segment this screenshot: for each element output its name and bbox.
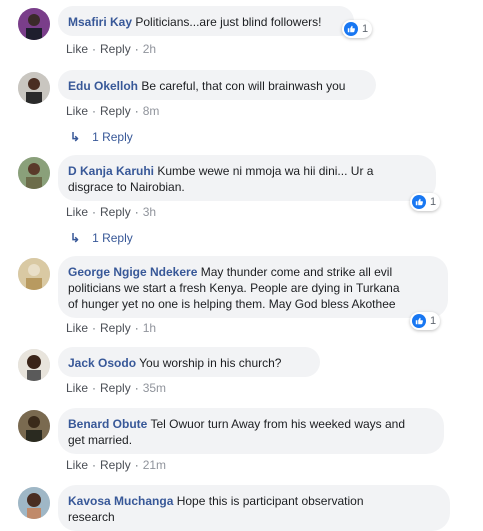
- comment-text: You worship in his church?: [139, 356, 282, 370]
- timestamp[interactable]: 35m: [143, 381, 166, 395]
- reaction-number: 1: [362, 23, 369, 35]
- commenter-name[interactable]: Benard Obute: [68, 417, 147, 431]
- commenter-name[interactable]: Msafiri Kay: [68, 15, 132, 29]
- avatar[interactable]: [18, 349, 50, 381]
- reaction-number: 1: [430, 315, 437, 327]
- comment-text: Politicians...are just blind followers!: [135, 15, 322, 29]
- comment-text: Be careful, that con will brainwash you: [141, 79, 346, 93]
- comment-bubble: Kavosa Muchanga Hope this is participant…: [58, 485, 450, 531]
- comment-bubble: Benard Obute Tel Owuor turn Away from hi…: [58, 408, 444, 454]
- avatar[interactable]: [18, 8, 50, 40]
- avatar[interactable]: [18, 157, 50, 189]
- comment-text-line-2: disgrace to Nairobian.: [68, 180, 185, 194]
- reply-arrow-icon: ↳: [70, 231, 81, 245]
- avatar[interactable]: [18, 258, 50, 290]
- reply-link[interactable]: Reply: [100, 104, 131, 118]
- reaction-count[interactable]: 1: [410, 193, 441, 211]
- like-link[interactable]: Like: [66, 458, 88, 472]
- like-link[interactable]: Like: [66, 321, 88, 335]
- comment-actions: Like · Reply · 21m: [66, 458, 167, 472]
- comment-text-line-2: get married.: [68, 433, 133, 447]
- like-link[interactable]: Like: [66, 42, 88, 56]
- reaction-number: 1: [430, 196, 437, 208]
- commenter-name[interactable]: George Ngige Ndekere: [68, 265, 197, 279]
- comment-actions: Like · Reply · 8m: [66, 104, 160, 118]
- thumbs-up-icon: [412, 195, 426, 209]
- comment-text-line-3: of hunger yet no one is helping them. Ma…: [68, 297, 396, 311]
- avatar[interactable]: [18, 410, 50, 442]
- reply-arrow-icon: ↳: [70, 130, 81, 144]
- comment-bubble: Edu Okelloh Be careful, that con will br…: [58, 70, 376, 100]
- comment-actions: Like · Reply · 1h: [66, 321, 157, 335]
- view-replies-link[interactable]: ↳ 1 Reply: [70, 231, 133, 245]
- like-link[interactable]: Like: [66, 381, 88, 395]
- comment-text-line-2: research: [68, 510, 115, 524]
- comment-actions: Like · Reply · 35m: [66, 381, 167, 395]
- commenter-name[interactable]: Jack Osodo: [68, 356, 136, 370]
- avatar[interactable]: [18, 487, 50, 519]
- comment-text-line-1: May thunder come and strike all evil: [200, 265, 393, 279]
- timestamp[interactable]: 8m: [143, 104, 160, 118]
- thumbs-up-icon: [344, 22, 358, 36]
- comment-text-line-2: politicians we start a fresh Kenya. Peop…: [68, 281, 400, 295]
- comment-actions: Like · Reply · 3h: [66, 205, 157, 219]
- timestamp[interactable]: 3h: [143, 205, 156, 219]
- like-link[interactable]: Like: [66, 205, 88, 219]
- timestamp[interactable]: 2h: [143, 42, 156, 56]
- like-link[interactable]: Like: [66, 104, 88, 118]
- reply-link[interactable]: Reply: [100, 381, 131, 395]
- reaction-count[interactable]: 1: [410, 312, 441, 330]
- replies-count[interactable]: 1 Reply: [92, 231, 133, 245]
- view-replies-link[interactable]: ↳ 1 Reply: [70, 130, 133, 144]
- replies-count[interactable]: 1 Reply: [92, 130, 133, 144]
- reply-link[interactable]: Reply: [100, 205, 131, 219]
- avatar[interactable]: [18, 72, 50, 104]
- comment-bubble: Msafiri Kay Politicians...are just blind…: [58, 6, 354, 36]
- comment-bubble: George Ngige Ndekere May thunder come an…: [58, 256, 448, 318]
- comment-bubble: Jack Osodo You worship in his church?: [58, 347, 320, 377]
- reply-link[interactable]: Reply: [100, 42, 131, 56]
- comment-text-line-1: Hope this is participant observation: [176, 494, 364, 508]
- commenter-name[interactable]: Edu Okelloh: [68, 79, 138, 93]
- comment-bubble: D Kanja Karuhi Kumbe wewe ni mmoja wa hi…: [58, 155, 436, 201]
- timestamp[interactable]: 1h: [143, 321, 156, 335]
- comment-text-line-1: Tel Owuor turn Away from his weeked ways…: [150, 417, 406, 431]
- reaction-count[interactable]: 1: [342, 20, 373, 38]
- timestamp[interactable]: 21m: [143, 458, 166, 472]
- reply-link[interactable]: Reply: [100, 458, 131, 472]
- reply-link[interactable]: Reply: [100, 321, 131, 335]
- comment-text-line-1: Kumbe wewe ni mmoja wa hii dini... Ur a: [157, 164, 374, 178]
- thumbs-up-icon: [412, 314, 426, 328]
- commenter-name[interactable]: D Kanja Karuhi: [68, 164, 154, 178]
- comment-actions: Like · Reply · 2h: [66, 42, 157, 56]
- commenter-name[interactable]: Kavosa Muchanga: [68, 494, 173, 508]
